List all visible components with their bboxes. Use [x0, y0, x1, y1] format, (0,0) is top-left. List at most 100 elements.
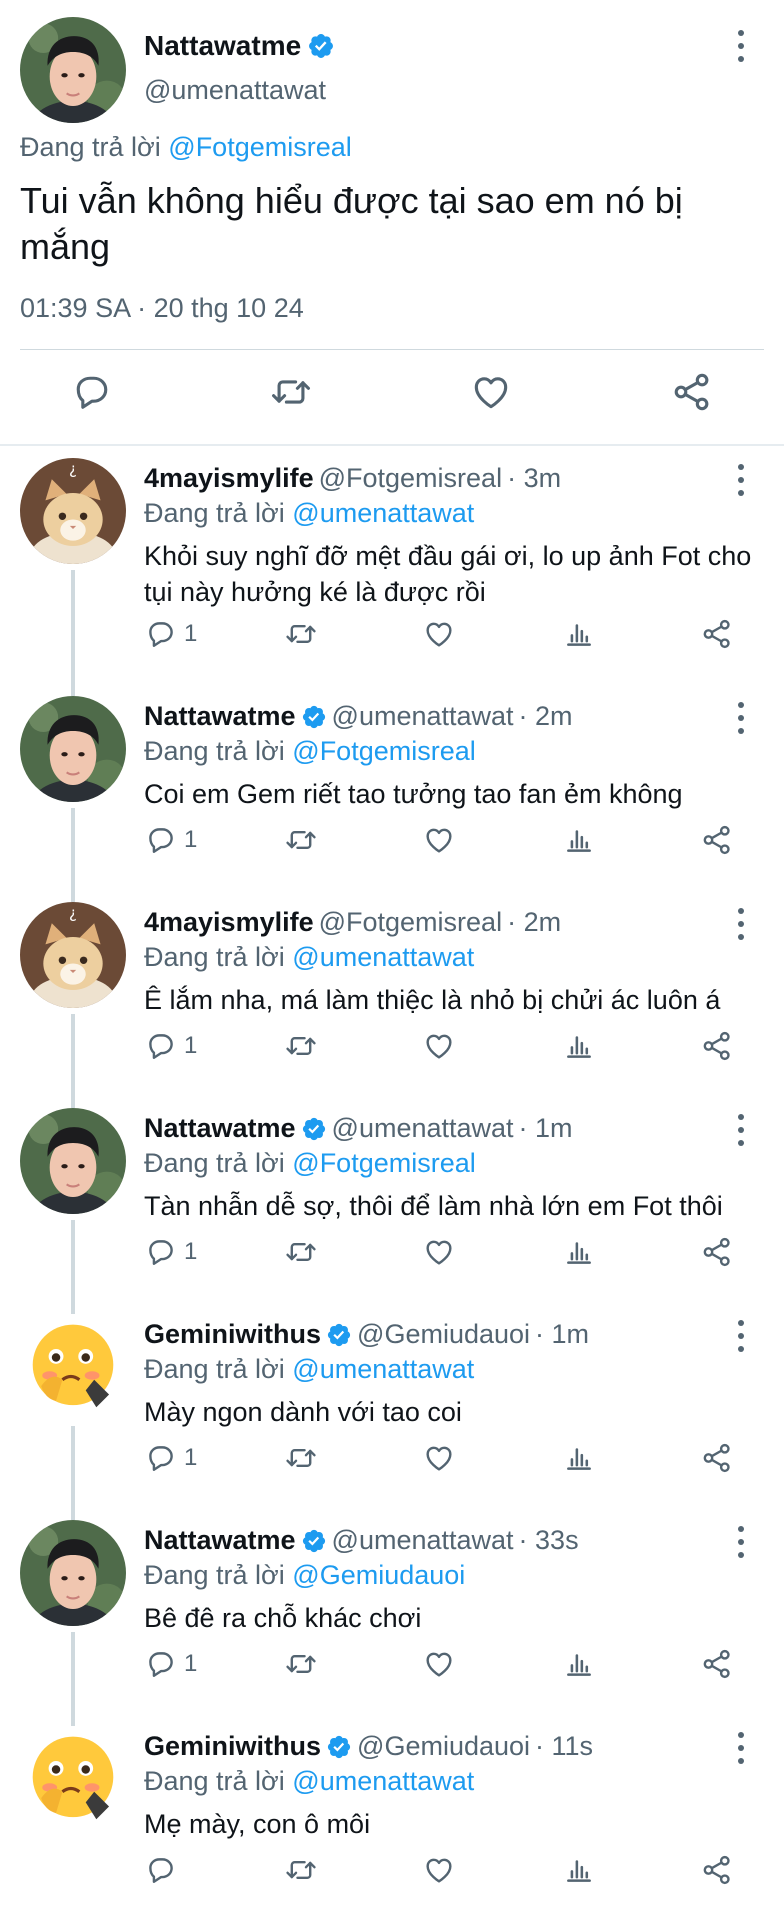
- main-avatar[interactable]: [20, 17, 126, 123]
- reply-button[interactable]: 1: [144, 1028, 197, 1064]
- author-handle[interactable]: @Fotgemisreal: [319, 463, 502, 494]
- author-name[interactable]: Nattawatme: [144, 701, 296, 732]
- author-name[interactable]: Nattawatme: [144, 1525, 296, 1556]
- reply-to-mention[interactable]: @Gemiudauoi: [292, 1560, 465, 1590]
- avatar[interactable]: [20, 1314, 126, 1420]
- reply-icon: [70, 370, 114, 414]
- reply-tweet[interactable]: Nattawatme @umenattawat · 33s Đang trả l…: [0, 1510, 784, 1726]
- views-button[interactable]: [562, 822, 596, 858]
- share-button[interactable]: [700, 1028, 734, 1064]
- share-button[interactable]: [700, 822, 734, 858]
- avatar[interactable]: [20, 696, 126, 802]
- reply-to-mention[interactable]: @Fotgemisreal: [292, 736, 475, 766]
- author-handle[interactable]: @umenattawat: [332, 1525, 514, 1556]
- replying-to: Đang trả lời @Gemiudauoi: [144, 1560, 465, 1591]
- views-button[interactable]: [562, 1646, 596, 1682]
- author-name[interactable]: Geminiwithus: [144, 1319, 321, 1350]
- retweet-button[interactable]: [284, 1646, 318, 1682]
- like-button[interactable]: [422, 1646, 456, 1682]
- reply-to-mention[interactable]: @umenattawat: [292, 498, 474, 528]
- views-button[interactable]: [562, 1234, 596, 1270]
- reply-tweet[interactable]: Geminiwithus @Gemiudauoi · 11s Đang trả …: [0, 1716, 784, 1922]
- like-icon: [422, 1853, 456, 1887]
- reply-button[interactable]: [144, 1852, 184, 1888]
- main-timestamp[interactable]: 01:39 SA · 20 thg 10 24: [20, 293, 304, 324]
- retweet-icon: [284, 823, 318, 857]
- views-button[interactable]: [562, 1028, 596, 1064]
- reply-to-mention[interactable]: @umenattawat: [292, 1354, 474, 1384]
- reply-icon: [144, 1853, 178, 1887]
- share-button[interactable]: [700, 1646, 734, 1682]
- avatar[interactable]: [20, 1108, 126, 1214]
- reply-to-mention[interactable]: @Fotgemisreal: [292, 1148, 475, 1178]
- retweet-icon: [284, 1647, 318, 1681]
- thread-line: [71, 1220, 75, 1314]
- more-icon[interactable]: [735, 1114, 747, 1146]
- main-author-handle[interactable]: @umenattawat: [144, 75, 326, 106]
- more-icon[interactable]: [735, 30, 747, 62]
- share-button[interactable]: [700, 1234, 734, 1270]
- share-icon: [670, 370, 714, 414]
- retweet-button[interactable]: [284, 616, 318, 652]
- reply-to-mention[interactable]: @Fotgemisreal: [168, 132, 351, 162]
- like-button[interactable]: [422, 1440, 456, 1476]
- author-name[interactable]: Geminiwithus: [144, 1731, 321, 1762]
- share-button[interactable]: [670, 370, 714, 414]
- retweet-button[interactable]: [284, 1234, 318, 1270]
- more-icon[interactable]: [735, 702, 747, 734]
- reply-to-mention[interactable]: @umenattawat: [292, 1766, 474, 1796]
- like-button[interactable]: [422, 822, 456, 858]
- share-icon: [700, 1235, 734, 1269]
- avatar[interactable]: [20, 1520, 126, 1626]
- share-button[interactable]: [700, 1440, 734, 1476]
- views-button[interactable]: [562, 1440, 596, 1476]
- more-icon[interactable]: [735, 1526, 747, 1558]
- more-icon[interactable]: [735, 464, 747, 496]
- share-button[interactable]: [700, 616, 734, 652]
- reply-tweet[interactable]: Nattawatme @umenattawat · 1m Đang trả lờ…: [0, 1098, 784, 1314]
- views-button[interactable]: [562, 1852, 596, 1888]
- reply-tweet[interactable]: 4mayismylife @Fotgemisreal · 3m Đang trả…: [0, 448, 784, 696]
- author-name[interactable]: 4mayismylife: [144, 463, 314, 494]
- author-handle[interactable]: @umenattawat: [332, 1113, 514, 1144]
- retweet-button[interactable]: [284, 1852, 318, 1888]
- like-button[interactable]: [422, 1852, 456, 1888]
- more-icon[interactable]: [735, 1320, 747, 1352]
- reply-button[interactable]: 1: [144, 616, 197, 652]
- reply-button[interactable]: 1: [144, 822, 197, 858]
- views-button[interactable]: [562, 616, 596, 652]
- reply-button[interactable]: 1: [144, 1440, 197, 1476]
- main-author-name[interactable]: Nattawatme: [144, 30, 301, 62]
- author-handle[interactable]: @Gemiudauoi: [357, 1319, 530, 1350]
- reply-count: 1: [184, 1444, 198, 1471]
- retweet-button[interactable]: [284, 1028, 318, 1064]
- retweet-button[interactable]: [284, 822, 318, 858]
- more-icon[interactable]: [735, 908, 747, 940]
- post-time: · 1m: [535, 1319, 590, 1349]
- reply-button[interactable]: 1: [144, 1234, 197, 1270]
- avatar[interactable]: [20, 458, 126, 564]
- like-button[interactable]: [469, 370, 513, 414]
- post-time: · 3m: [507, 463, 562, 493]
- author-handle[interactable]: @Fotgemisreal: [319, 907, 502, 938]
- share-button[interactable]: [700, 1852, 734, 1888]
- reply-tweet[interactable]: Nattawatme @umenattawat · 2m Đang trả lờ…: [0, 686, 784, 902]
- more-icon[interactable]: [735, 1732, 747, 1764]
- retweet-button[interactable]: [269, 370, 313, 414]
- author-name[interactable]: Nattawatme: [144, 1113, 296, 1144]
- retweet-button[interactable]: [284, 1440, 318, 1476]
- author-handle[interactable]: @Gemiudauoi: [357, 1731, 530, 1762]
- like-button[interactable]: [422, 1028, 456, 1064]
- reply-button[interactable]: 1: [144, 1646, 197, 1682]
- like-button[interactable]: [422, 616, 456, 652]
- reply-button[interactable]: [70, 370, 114, 414]
- author-name[interactable]: 4mayismylife: [144, 907, 314, 938]
- like-icon: [422, 1441, 456, 1475]
- reply-to-mention[interactable]: @umenattawat: [292, 942, 474, 972]
- author-handle[interactable]: @umenattawat: [332, 701, 514, 732]
- avatar[interactable]: [20, 902, 126, 1008]
- reply-tweet[interactable]: 4mayismylife @Fotgemisreal · 2m Đang trả…: [0, 892, 784, 1108]
- avatar[interactable]: [20, 1726, 126, 1832]
- reply-tweet[interactable]: Geminiwithus @Gemiudauoi · 1m Đang trả l…: [0, 1304, 784, 1520]
- like-button[interactable]: [422, 1234, 456, 1270]
